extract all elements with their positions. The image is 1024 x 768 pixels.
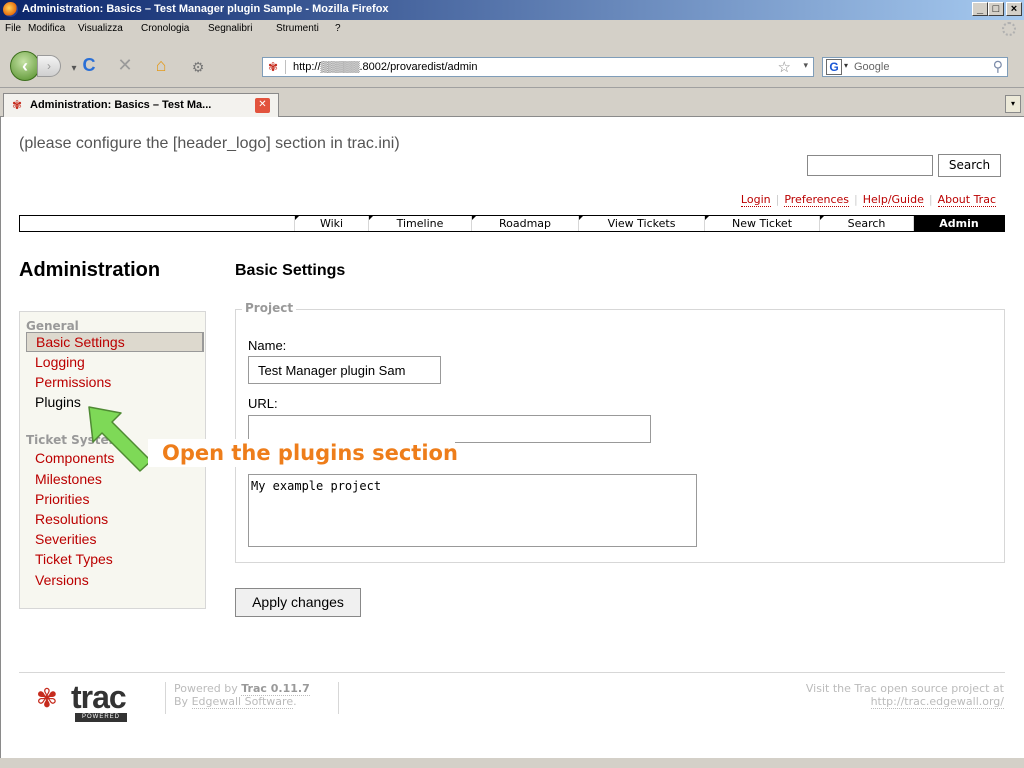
visit-text: Visit the Trac open source project at	[805, 682, 1004, 695]
preferences-link[interactable]: Preferences	[784, 193, 850, 207]
search-magnifier-icon[interactable]: ⚲	[993, 58, 1003, 75]
name-label: Name:	[248, 338, 287, 353]
site-favicon-icon: ✾	[268, 60, 279, 74]
sidebar-item-severities[interactable]: Severities	[35, 531, 96, 547]
nav-wiki[interactable]: Wiki	[294, 216, 368, 231]
tab-administration[interactable]: ✾ Administration: Basics – Test Ma... ✕	[3, 93, 279, 117]
footer-divider	[19, 672, 1005, 673]
firefox-icon	[3, 2, 18, 17]
close-window-button[interactable]: ×	[1006, 2, 1022, 16]
admin-title: Administration	[19, 259, 161, 281]
navigation-toolbar: ‹ › ▾ C ✕ ⌂ ⚙ ✾ http://▒▒▒▒▒.8002/provar…	[0, 38, 1024, 88]
sidebar-item-priorities[interactable]: Priorities	[35, 491, 89, 507]
trac-version-link[interactable]: Trac 0.11.7	[241, 682, 310, 696]
menu-cronologia[interactable]: Cronologia	[141, 23, 189, 34]
meta-nav: Login | Preferences | Help/Guide | About Trac	[740, 193, 996, 207]
powered-by-text: Powered by	[174, 682, 238, 695]
google-engine-icon[interactable]: G	[826, 59, 842, 75]
url-text: http://▒▒▒▒▒.8002/provaredist/admin	[293, 61, 478, 73]
sidebar-item-ticket-types[interactable]: Ticket Types	[35, 551, 113, 567]
panel-title: Basic Settings	[235, 262, 346, 279]
reload-icon[interactable]: C	[78, 54, 100, 76]
trac-search-input[interactable]	[807, 155, 933, 176]
throbber-icon	[1002, 22, 1016, 36]
menu-bar: File Modifica Visualizza Cronologia Segn…	[0, 20, 1024, 38]
trac-search-button[interactable]: Search	[938, 154, 1001, 177]
login-link[interactable]: Login	[740, 193, 771, 207]
addon-icon[interactable]: ⚙	[187, 56, 209, 78]
home-icon[interactable]: ⌂	[150, 54, 172, 76]
menu-strumenti[interactable]: Strumenti	[276, 23, 319, 34]
fieldset-legend: Project	[242, 301, 297, 315]
menu-help[interactable]: ?	[335, 23, 341, 34]
browser-window: Administration: Basics – Test Manager pl…	[0, 0, 1024, 768]
maximize-button[interactable]: □	[988, 2, 1004, 16]
url-dropdown-icon[interactable]: ▾	[803, 60, 808, 71]
sidebar-item-milestones[interactable]: Milestones	[35, 471, 102, 487]
trac-paw-icon: ✾	[36, 683, 58, 713]
header-logo-note: (please configure the [header_logo] sect…	[19, 135, 400, 152]
by-text: By	[174, 695, 189, 708]
status-bar	[0, 758, 1024, 768]
menu-modifica[interactable]: Modifica	[28, 23, 65, 34]
callout-arrow-icon	[88, 406, 152, 472]
bookmark-star-icon[interactable]: ☆	[778, 58, 791, 76]
title-bar: Administration: Basics – Test Manager pl…	[0, 0, 1024, 20]
sidebar-item-plugins[interactable]: Plugins	[35, 394, 81, 410]
sidebar-item-permissions[interactable]: Permissions	[35, 374, 111, 390]
trac-logo-badge: POWERED	[75, 713, 127, 722]
tab-favicon-icon: ✾	[12, 98, 23, 112]
sidebar-item-versions[interactable]: Versions	[35, 572, 89, 588]
search-placeholder: Google	[854, 61, 890, 73]
trac-logo[interactable]: ✾ trac POWERED	[31, 679, 163, 723]
nav-view-tickets[interactable]: View Tickets	[578, 216, 704, 231]
menu-visualizza[interactable]: Visualizza	[78, 23, 123, 34]
menu-file[interactable]: File	[5, 23, 21, 34]
group-general-label: General	[26, 319, 79, 333]
sidebar-item-basic-settings[interactable]: Basic Settings	[26, 332, 204, 352]
sidebar-item-logging[interactable]: Logging	[35, 354, 85, 370]
window-title: Administration: Basics – Test Manager pl…	[22, 3, 389, 15]
powered-by: Powered by Trac 0.11.7 By Edgewall Softw…	[165, 682, 339, 714]
minimize-button[interactable]: _	[972, 2, 988, 16]
nav-new-ticket[interactable]: New Ticket	[704, 216, 819, 231]
tab-bar: ✾ Administration: Basics – Test Ma... ✕ …	[0, 89, 1024, 117]
visit-trac: Visit the Trac open source project at ht…	[805, 682, 1004, 709]
tab-list-button[interactable]: ▾	[1005, 95, 1021, 113]
nav-admin[interactable]: Admin	[913, 216, 1004, 231]
engine-dropdown-icon[interactable]: ▾	[844, 61, 848, 70]
sidebar-item-resolutions[interactable]: Resolutions	[35, 511, 108, 527]
tab-close-icon[interactable]: ✕	[255, 98, 270, 113]
page-content: (please configure the [header_logo] sect…	[0, 117, 1024, 768]
trac-logo-word: trac	[71, 679, 127, 715]
nav-timeline[interactable]: Timeline	[368, 216, 471, 231]
callout-text: Open the plugins section	[148, 439, 458, 467]
menu-segnalibri[interactable]: Segnalibri	[208, 23, 252, 34]
apply-changes-button[interactable]: Apply changes	[235, 588, 361, 617]
edgewall-link[interactable]: Edgewall Software	[191, 695, 294, 709]
main-nav: Wiki Timeline Roadmap View Tickets New T…	[19, 215, 1005, 232]
project-fieldset: Project Name: Test Manager plugin Sam UR…	[235, 301, 1005, 563]
forward-button[interactable]: ›	[37, 55, 61, 77]
tab-label: Administration: Basics – Test Ma...	[30, 99, 212, 111]
trac-site-link[interactable]: http://trac.edgewall.org/	[870, 695, 1004, 709]
nav-search[interactable]: Search	[819, 216, 913, 231]
stop-icon[interactable]: ✕	[114, 54, 136, 76]
url-label: URL:	[248, 396, 278, 411]
nav-roadmap[interactable]: Roadmap	[471, 216, 578, 231]
url-bar[interactable]: ✾ http://▒▒▒▒▒.8002/provaredist/admin ☆ …	[262, 57, 814, 77]
description-field[interactable]: My example project	[248, 474, 697, 547]
search-engine-box[interactable]: G ▾ Google ⚲	[822, 57, 1008, 77]
name-field[interactable]: Test Manager plugin Sam	[248, 356, 441, 384]
about-trac-link[interactable]: About Trac	[937, 193, 996, 207]
help-guide-link[interactable]: Help/Guide	[862, 193, 924, 207]
back-button[interactable]: ‹	[10, 51, 40, 81]
